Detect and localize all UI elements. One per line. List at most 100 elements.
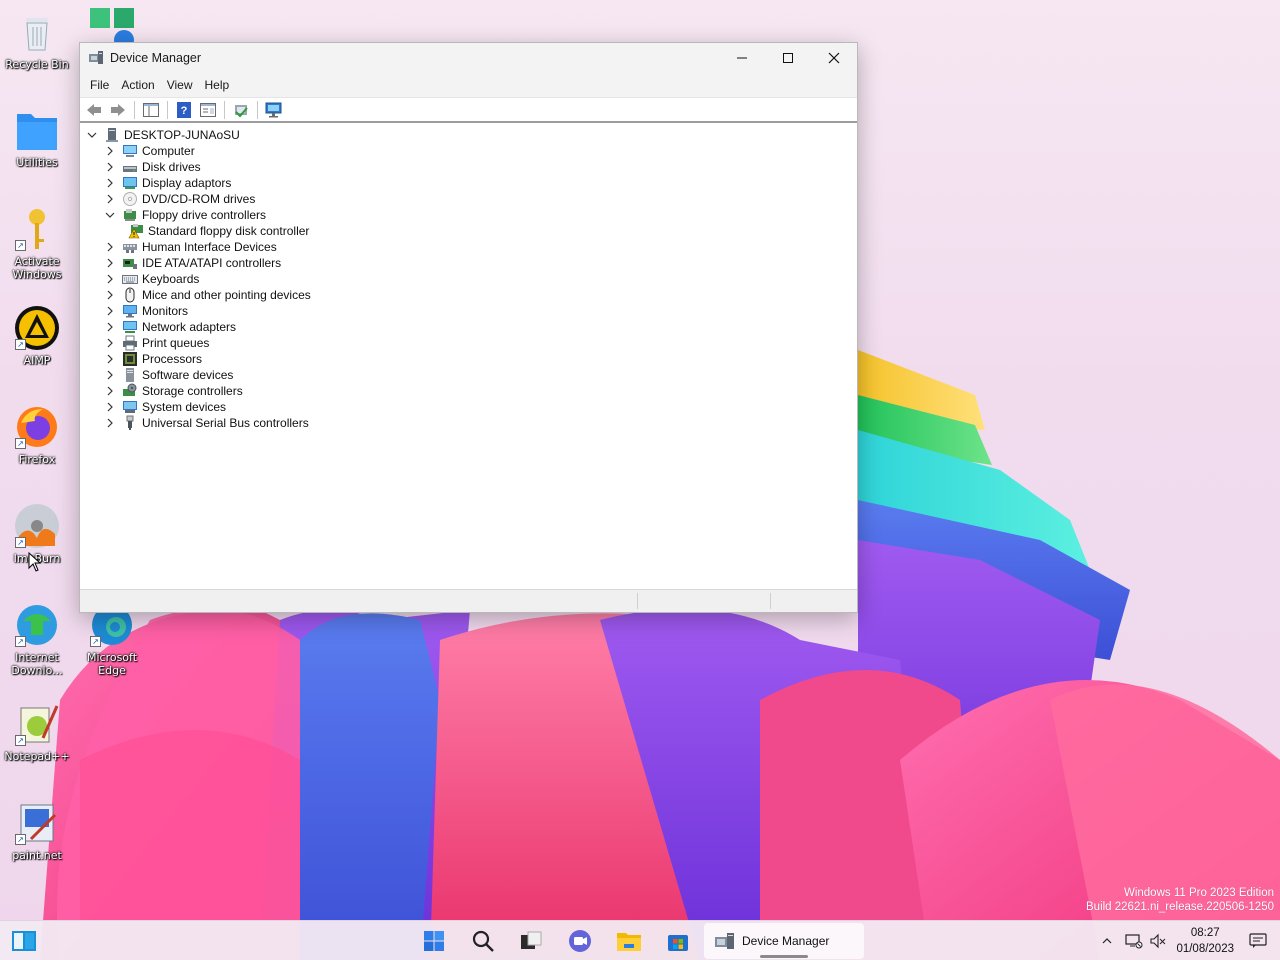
scan-hardware-changes-button[interactable] <box>264 100 284 120</box>
properties-button[interactable] <box>198 100 218 120</box>
scan-hardware-icon <box>265 102 282 117</box>
microsoft-store-button[interactable] <box>664 927 692 955</box>
menu-help[interactable]: Help <box>199 78 236 92</box>
tree-item-keyboards[interactable]: Keyboards <box>104 271 199 287</box>
chevron-down-icon[interactable] <box>104 209 116 221</box>
show-hidden-icons-button[interactable] <box>1098 937 1116 945</box>
desktop-icon-activate-windows[interactable]: ↗ Activate Windows <box>1 205 73 281</box>
display-adapter-icon <box>123 177 137 189</box>
chevron-right-icon[interactable] <box>104 145 116 157</box>
chevron-down-icon[interactable] <box>86 129 98 141</box>
desktop-icon-paint-net[interactable]: ↗ paint.net <box>1 799 73 862</box>
title-bar[interactable]: Device Manager <box>80 43 857 73</box>
tree-item-disk-drives[interactable]: Disk drives <box>104 159 201 175</box>
close-button[interactable] <box>811 43 857 73</box>
chevron-right-icon[interactable] <box>104 289 116 301</box>
desktop-icon-label: Activate Windows <box>12 255 62 281</box>
tree-item-mice[interactable]: Mice and other pointing devices <box>104 287 311 303</box>
tree-item-monitors[interactable]: Monitors <box>104 303 188 319</box>
chevron-right-icon[interactable] <box>104 241 116 253</box>
task-view-button[interactable] <box>517 927 545 955</box>
idm-icon: ↗ <box>13 601 61 649</box>
app-icon <box>90 8 134 50</box>
chevron-right-icon[interactable] <box>104 353 116 365</box>
chevron-right-icon[interactable] <box>104 401 116 413</box>
chat-button[interactable] <box>566 927 594 955</box>
chevron-right-icon[interactable] <box>104 369 116 381</box>
start-button[interactable] <box>420 927 448 955</box>
tree-item-storage-controllers[interactable]: Storage controllers <box>104 383 243 399</box>
chevron-right-icon[interactable] <box>104 305 116 317</box>
show-hide-console-tree-button[interactable] <box>141 100 161 120</box>
taskbar-device-manager-button[interactable]: Device Manager <box>704 923 864 959</box>
tree-item-label: Standard floppy disk controller <box>148 224 310 238</box>
properties-icon <box>200 102 216 117</box>
chevron-right-icon[interactable] <box>104 417 116 429</box>
notifications-button[interactable] <box>1244 927 1272 955</box>
menu-action[interactable]: Action <box>115 78 160 92</box>
tree-item-display-adaptors[interactable]: Display adaptors <box>104 175 231 191</box>
desktop-icon-firefox[interactable]: ↗ Firefox <box>1 403 73 466</box>
forward-button[interactable] <box>108 100 128 120</box>
tree-item-usb-controllers[interactable]: Universal Serial Bus controllers <box>104 415 309 431</box>
chevron-right-icon[interactable] <box>104 177 116 189</box>
desktop-icon-internet-download-manager[interactable]: ↗ Internet Downlo... <box>1 601 73 677</box>
device-manager-window[interactable]: Device Manager File Action View Help ? D… <box>79 42 858 613</box>
close-icon <box>828 52 840 64</box>
file-explorer-button[interactable] <box>615 927 643 955</box>
chevron-right-icon[interactable] <box>104 337 116 349</box>
monitor-icon <box>123 305 137 318</box>
tree-item-ide-ata-atapi-controllers[interactable]: IDE ATA/ATAPI controllers <box>104 255 281 271</box>
chevron-right-icon[interactable] <box>104 193 116 205</box>
network-status-button[interactable] <box>1122 933 1146 949</box>
desktop-icon-aimp[interactable]: ↗ AIMP <box>1 304 73 367</box>
store-icon <box>668 935 688 951</box>
tree-item-floppy-drive-controllers[interactable]: Floppy drive controllers <box>104 207 266 223</box>
desktop-icon-recycle-bin[interactable]: Recycle Bin <box>1 8 73 71</box>
desktop-icon-utilities[interactable]: Utilities <box>1 106 73 169</box>
aimp-icon: ↗ <box>13 304 61 352</box>
tree-item-dvd-cd-rom-drives[interactable]: DVD/CD-ROM drives <box>104 191 255 207</box>
tree-item-standard-floppy-disk-controller[interactable]: Standard floppy disk controller <box>128 223 309 239</box>
recycle-bin-icon <box>13 8 61 56</box>
desktop-icon-partial[interactable] <box>88 6 136 50</box>
volume-button[interactable] <box>1146 933 1170 949</box>
tree-item-software-devices[interactable]: Software devices <box>104 367 233 383</box>
chevron-right-icon[interactable] <box>104 273 116 285</box>
tree-item-computer[interactable]: Computer <box>104 143 195 159</box>
maximize-button[interactable] <box>765 43 811 73</box>
tree-item-label: DVD/CD-ROM drives <box>142 192 256 206</box>
tree-item-human-interface-devices[interactable]: Human Interface Devices <box>104 239 277 255</box>
tree-item-network-adapters[interactable]: Network adapters <box>104 319 236 335</box>
warning-device-icon <box>128 224 143 239</box>
tree-item-label: Network adapters <box>142 320 237 334</box>
update-driver-button[interactable] <box>231 100 251 120</box>
network-disconnected-icon <box>1125 934 1143 949</box>
help-button[interactable]: ? <box>174 100 194 120</box>
tree-item-label: Storage controllers <box>142 384 243 398</box>
device-manager-icon <box>715 933 734 949</box>
desktop-icon-label: paint.net <box>12 849 62 862</box>
tree-root[interactable]: DESKTOP-JUNAoSU <box>86 127 240 143</box>
minimize-button[interactable] <box>719 43 765 73</box>
tree-item-system-devices[interactable]: System devices <box>104 399 226 415</box>
search-button[interactable] <box>469 927 497 955</box>
device-tree[interactable]: DESKTOP-JUNAoSU Computer Disk drives Dis… <box>80 125 857 587</box>
menu-file[interactable]: File <box>84 78 115 92</box>
chevron-right-icon[interactable] <box>104 321 116 333</box>
back-button[interactable] <box>84 100 104 120</box>
widgets-button[interactable] <box>10 927 38 955</box>
clock[interactable]: 08:27 01/08/2023 <box>1176 925 1234 957</box>
chevron-right-icon[interactable] <box>104 385 116 397</box>
hid-icon <box>123 244 137 253</box>
tree-item-processors[interactable]: Processors <box>104 351 202 367</box>
chevron-up-icon <box>1102 938 1112 944</box>
tree-item-label: IDE ATA/ATAPI controllers <box>142 256 282 270</box>
toolbar: ? <box>80 97 857 123</box>
chevron-right-icon[interactable] <box>104 257 116 269</box>
windows-start-icon <box>424 931 444 951</box>
tree-item-print-queues[interactable]: Print queues <box>104 335 209 351</box>
desktop-icon-notepad-plus-plus[interactable]: ↗ Notepad++ <box>1 700 73 763</box>
menu-view[interactable]: View <box>161 78 199 92</box>
chevron-right-icon[interactable] <box>104 161 116 173</box>
